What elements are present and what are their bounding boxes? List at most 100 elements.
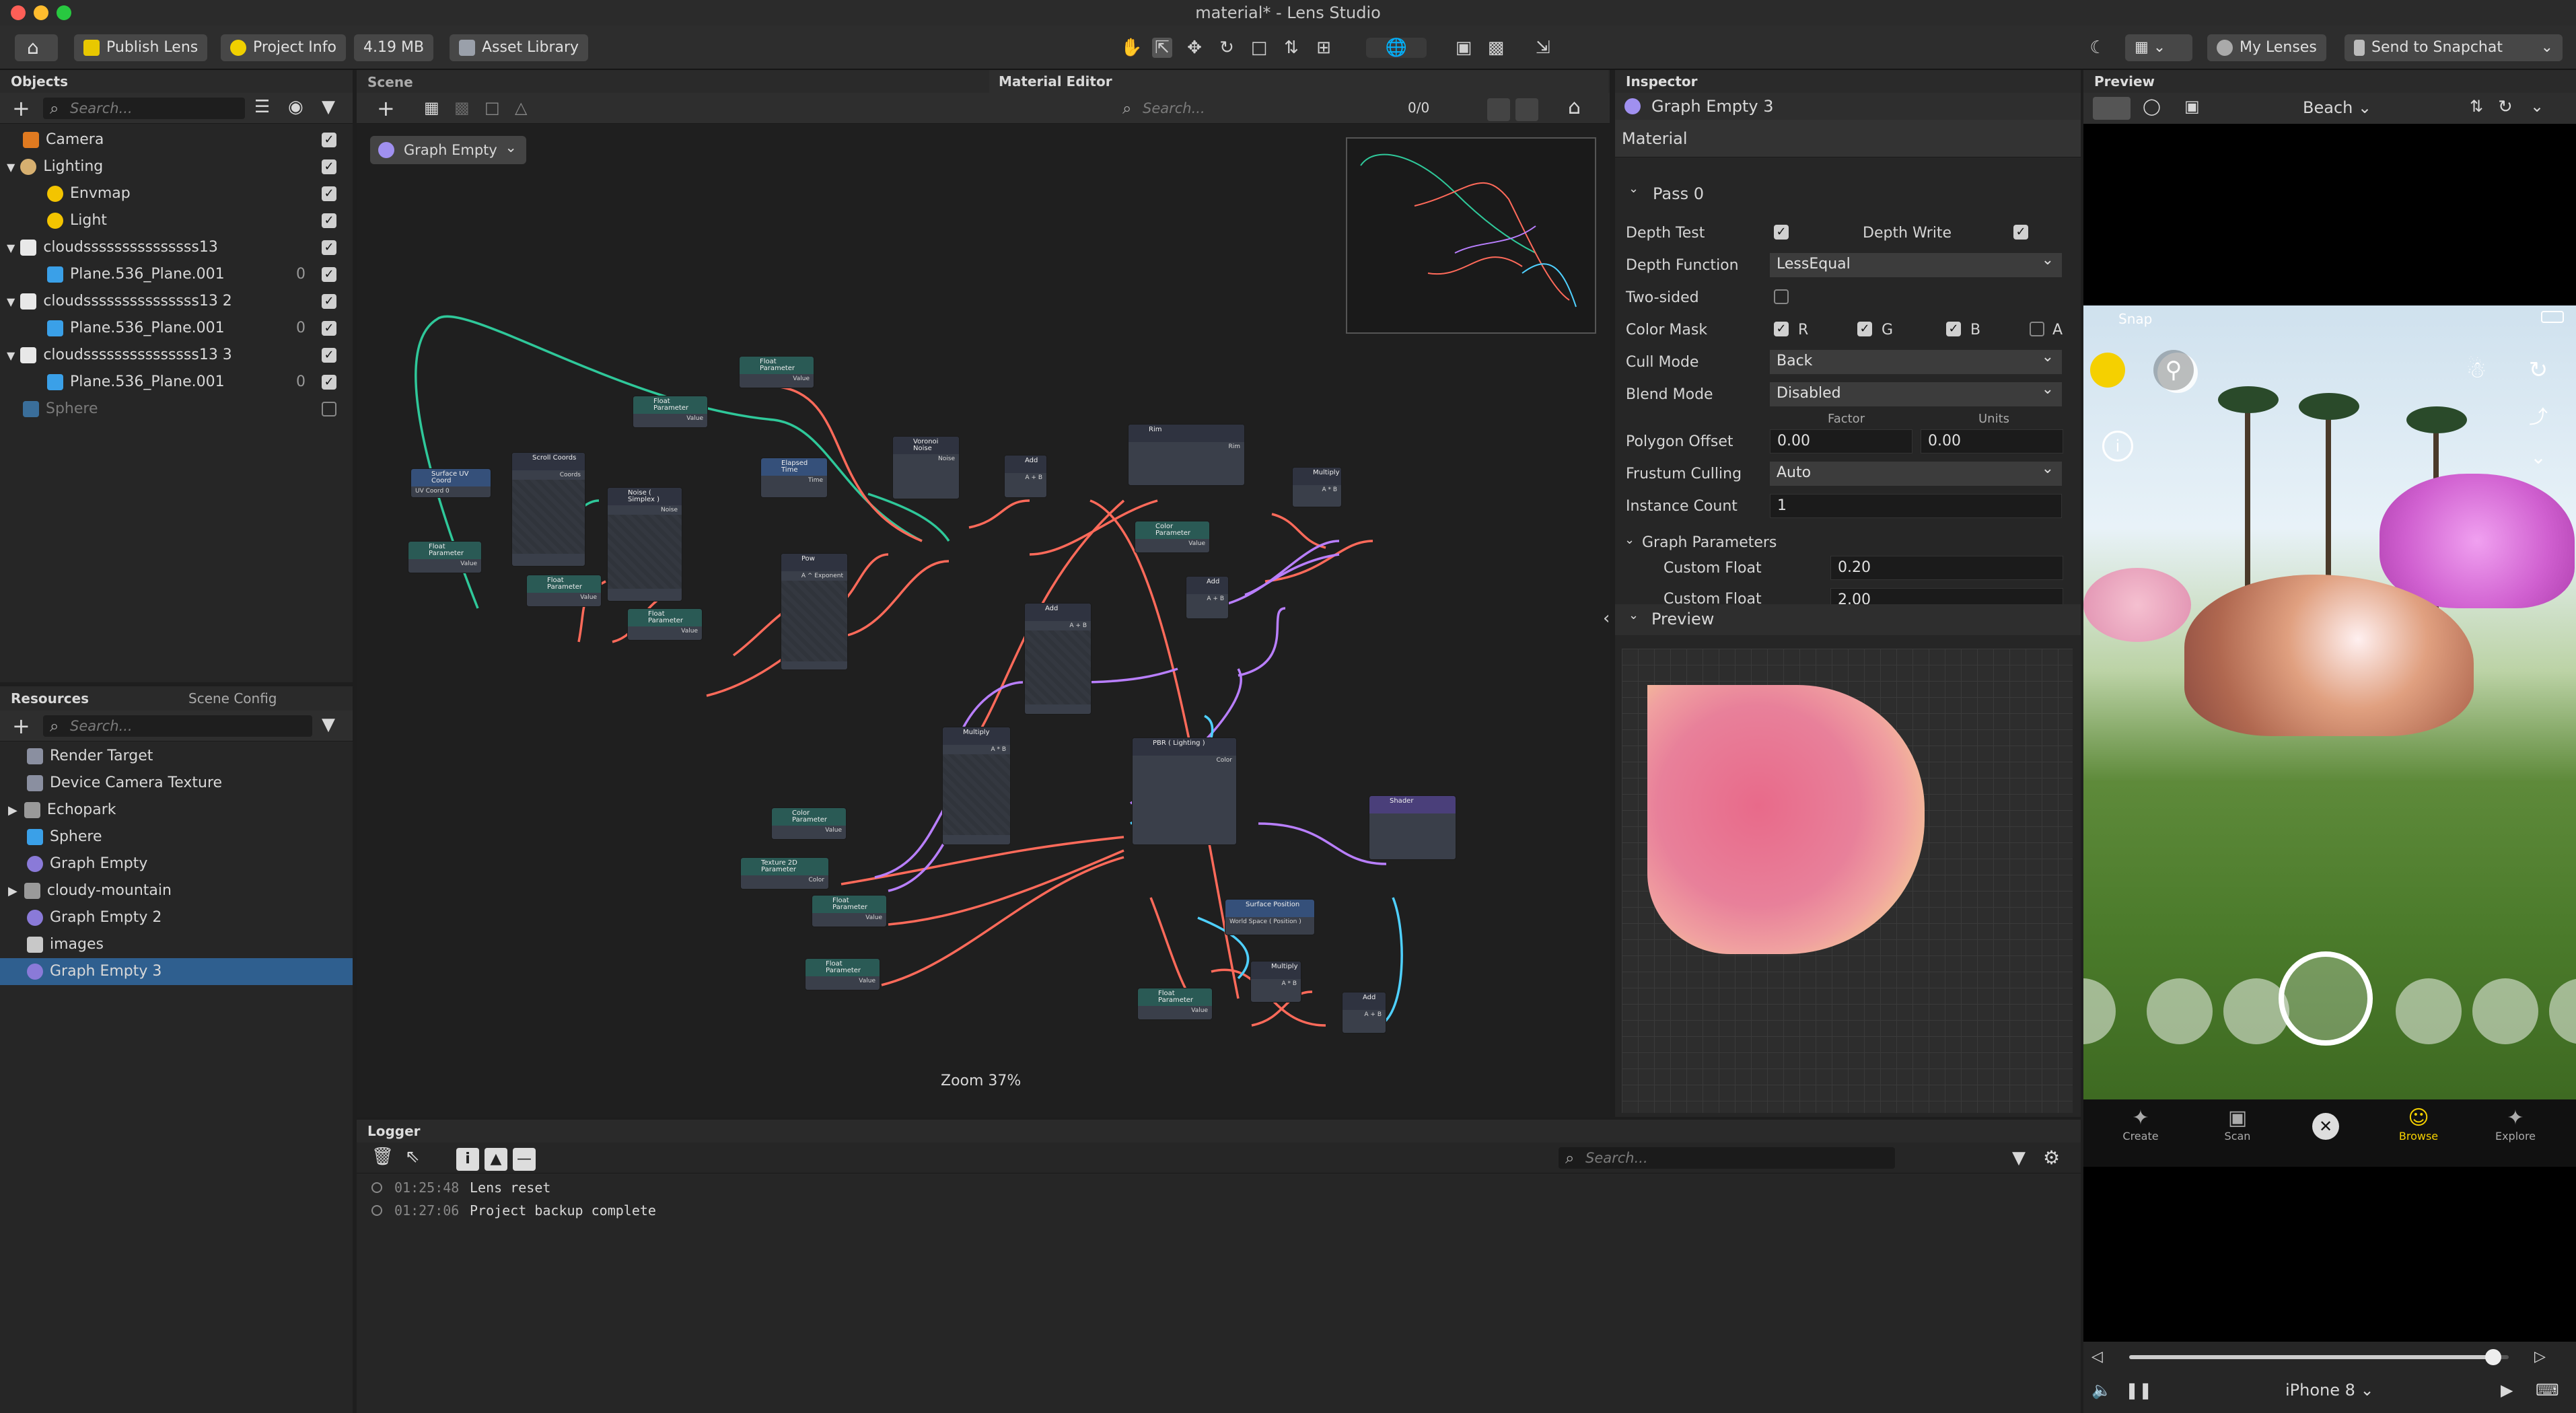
collapse-arrow-icon[interactable]: ▼	[7, 349, 15, 362]
list-item[interactable]: Sphere	[0, 396, 353, 423]
home-button[interactable]: ⌂	[15, 34, 58, 61]
node-float-parameter[interactable]: Float Parameter Value	[812, 895, 887, 927]
lens-carousel-item[interactable]	[2472, 978, 2538, 1044]
nav-explore[interactable]: ✦ Explore	[2489, 1106, 2542, 1143]
node-noise-simplex[interactable]: Noise ( Simplex ) Noise	[607, 487, 682, 602]
lens-carousel-item[interactable]	[2147, 978, 2213, 1044]
node-float-parameter[interactable]: Float Parameter Value	[526, 575, 602, 607]
collapse-arrow-icon[interactable]: ⌄	[1629, 608, 1639, 622]
layout-dropdown[interactable]: ▦ ⌄	[2125, 34, 2192, 61]
list-item[interactable]: Graph Empty	[0, 850, 353, 877]
info-filter-icon[interactable]: i	[456, 1148, 479, 1171]
device-preview-icon[interactable]	[2093, 97, 2131, 120]
flash-off-icon[interactable]: ⤴	[2518, 397, 2559, 437]
gear-icon[interactable]: ⚙	[2043, 1147, 2060, 1169]
theme-moon-icon[interactable]: ☾	[2087, 38, 2108, 58]
enabled-checkbox[interactable]: ✓	[322, 348, 336, 363]
cull-mode-select[interactable]: Back	[1770, 346, 2062, 374]
timeline-knob[interactable]	[2485, 1349, 2502, 1365]
node-texture-2d-parameter[interactable]: Texture 2D Parameter Color	[740, 857, 829, 890]
nav-browse[interactable]: ☺ Browse	[2392, 1106, 2445, 1143]
color-mask-b-checkbox[interactable]: ✓	[1946, 322, 1961, 336]
my-lenses-button[interactable]: My Lenses	[2207, 34, 2326, 61]
collapse-arrow-icon[interactable]: ▼	[7, 161, 15, 174]
collapse-arrow-icon[interactable]: ⌄	[1629, 182, 1639, 196]
node-float-parameter[interactable]: Float Parameter Value	[739, 356, 814, 388]
collapse-arrow-icon[interactable]: ⌄	[1624, 533, 1635, 547]
preview-section-header[interactable]: ⌄ Preview	[1615, 604, 2081, 635]
node-elapsed-time[interactable]: Elapsed Time Time	[760, 458, 828, 498]
bitmoji-avatar[interactable]	[2090, 353, 2125, 388]
camera-icon[interactable]: ◯	[2143, 97, 2161, 116]
node-pbr-lighting[interactable]: PBR ( Lighting ) Color	[1132, 737, 1237, 845]
depth-test-checkbox[interactable]: ✓	[1774, 225, 1789, 240]
filter-icon[interactable]: ▼	[322, 715, 335, 735]
node-multiply[interactable]: Multiply A * B	[1292, 467, 1342, 507]
rect-tool-icon[interactable]: ⇅	[1281, 38, 1301, 58]
node-surface-position[interactable]: Surface Position World Space ( Position )	[1225, 899, 1315, 935]
publish-lens-button[interactable]: Publish Lens	[74, 34, 208, 61]
table-row[interactable]: 01:25:48 Lens reset	[357, 1176, 2081, 1199]
cursor-icon[interactable]: ⇲	[1533, 38, 1553, 58]
world-space-dropdown[interactable]: 🌐	[1366, 38, 1427, 58]
search-icon[interactable]: ⚲	[2153, 350, 2194, 390]
node-multiply[interactable]: Multiply A * B	[1250, 961, 1301, 1003]
timeline-slider[interactable]	[2129, 1349, 2509, 1365]
error-filter-icon[interactable]: —	[513, 1148, 536, 1171]
reset-icon[interactable]: ↻	[2498, 97, 2513, 117]
list-item[interactable]: ▶ cloudy-mountain	[0, 877, 353, 904]
color-mask-g-checkbox[interactable]: ✓	[1857, 322, 1872, 336]
speaker-icon[interactable]: 🔈	[2091, 1381, 2112, 1400]
select-tool-icon[interactable]: ⇱	[1152, 38, 1172, 58]
node-shader[interactable]: Shader	[1369, 795, 1456, 860]
zoom-window-button[interactable]	[57, 5, 71, 20]
node-multiply[interactable]: Multiply A * B	[942, 727, 1011, 845]
grid-toggle-icon[interactable]	[1515, 98, 1538, 121]
move-tool-icon[interactable]: ✥	[1184, 38, 1205, 58]
scene-select-dropdown[interactable]: Beach ⌄	[2303, 98, 2371, 117]
asset-library-button[interactable]: Asset Library	[450, 34, 589, 61]
minimize-window-button[interactable]	[34, 5, 48, 20]
lens-carousel-item[interactable]	[2396, 978, 2462, 1044]
frame-icon[interactable]: ▦	[424, 98, 439, 117]
node-add[interactable]: Add A + B	[1004, 455, 1047, 498]
trash-icon[interactable]: 🗑	[371, 1147, 394, 1167]
rotate-tool-icon[interactable]: ↻	[1217, 38, 1237, 58]
enabled-checkbox[interactable]: ✓	[322, 240, 336, 255]
custom-float-input[interactable]: 2.00	[1830, 588, 2063, 604]
graph-minimap[interactable]	[1346, 137, 1596, 334]
device-icon[interactable]: ▣	[1454, 38, 1474, 58]
send-to-snapchat-button[interactable]: Send to Snapchat ⌄	[2345, 34, 2563, 61]
project-size-badge[interactable]: 4.19 MB	[354, 34, 434, 61]
collapse-arrow-icon[interactable]: ▼	[7, 295, 15, 308]
scale-tool-icon[interactable]: □	[1249, 38, 1269, 58]
list-item[interactable]: ▼ cloudsssssssssssssss13 ✓	[0, 234, 353, 261]
two-sided-checkbox[interactable]	[1774, 289, 1789, 304]
warning-filter-icon[interactable]: ▲	[485, 1148, 507, 1171]
list-item[interactable]: Graph Empty 3	[0, 958, 353, 985]
video-icon[interactable]: ▶	[2501, 1381, 2513, 1400]
node-add[interactable]: Add A + B	[1024, 603, 1092, 715]
home-view-icon[interactable]: ⌂	[1568, 96, 1581, 119]
filter-icon[interactable]: ▼	[322, 97, 335, 117]
node-float-parameter[interactable]: Float Parameter Value	[408, 541, 482, 573]
add-node-icon[interactable]: +	[377, 96, 395, 121]
close-window-button[interactable]	[11, 5, 26, 20]
step-back-icon[interactable]: ◁	[2091, 1348, 2103, 1365]
expand-arrow-icon[interactable]: ▶	[8, 884, 17, 898]
upload-icon[interactable]: △	[515, 98, 527, 117]
list-item[interactable]: Render Target	[0, 743, 353, 770]
node-float-parameter[interactable]: Float Parameter Value	[1137, 988, 1213, 1020]
capture-button[interactable]	[2279, 951, 2373, 1046]
custom-float-input[interactable]: 0.20	[1830, 556, 2063, 580]
node-color-parameter[interactable]: Color Parameter Value	[1135, 521, 1210, 553]
export-icon[interactable]: ⇖	[405, 1147, 420, 1167]
swap-camera-icon[interactable]: ⇅	[2470, 97, 2483, 116]
list-view-icon[interactable]: ☰	[254, 97, 270, 117]
capture-icon[interactable]: ▩	[1486, 38, 1506, 58]
list-item[interactable]: Plane.536_Plane.001 0 ✓	[0, 315, 353, 342]
node-voronoi-noise[interactable]: Voronoi Noise Noise	[892, 436, 960, 499]
list-item[interactable]: images	[0, 931, 353, 958]
node-float-parameter[interactable]: Float Parameter Value	[805, 958, 880, 990]
nav-scan[interactable]: ▣ Scan	[2214, 1106, 2261, 1143]
